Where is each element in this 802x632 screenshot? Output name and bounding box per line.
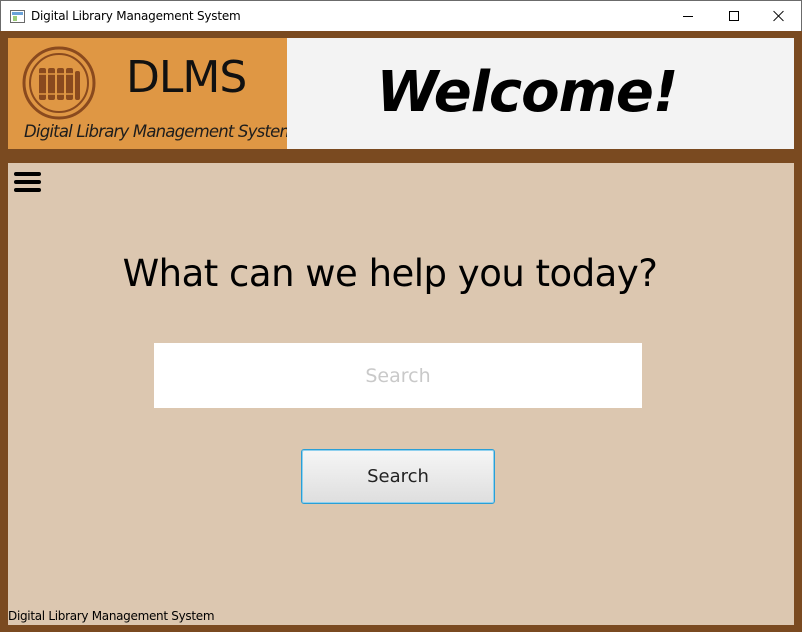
maximize-icon	[729, 11, 739, 21]
main-content: What can we help you today? Search	[8, 163, 794, 625]
app-icon	[10, 10, 25, 23]
logo-panel: DLMS Digital Library Management System	[8, 38, 296, 149]
close-button[interactable]	[756, 1, 802, 31]
maximize-button[interactable]	[711, 1, 757, 31]
minimize-button[interactable]	[665, 1, 711, 31]
welcome-heading: Welcome!	[376, 60, 679, 125]
status-bar-text: Digital Library Management System	[8, 609, 215, 623]
library-books-logo-icon	[22, 46, 96, 120]
window-titlebar[interactable]: Digital Library Management System	[0, 0, 802, 31]
hamburger-menu-icon-bar	[14, 188, 41, 192]
search-button[interactable]: Search	[301, 449, 495, 504]
hamburger-menu-icon-bar	[14, 180, 41, 184]
hamburger-menu-button[interactable]	[14, 171, 42, 195]
close-icon	[773, 10, 785, 22]
app-frame: DLMS Digital Library Management System W…	[0, 31, 802, 632]
hamburger-menu-icon	[14, 172, 41, 176]
search-input[interactable]	[154, 343, 642, 408]
window-title: Digital Library Management System	[31, 9, 241, 23]
logo-subtitle: Digital Library Management System	[24, 122, 296, 141]
help-heading: What can we help you today?	[122, 252, 658, 295]
minimize-icon	[683, 15, 693, 17]
welcome-banner: Welcome!	[287, 38, 794, 149]
logo-title: DLMS	[126, 52, 247, 103]
